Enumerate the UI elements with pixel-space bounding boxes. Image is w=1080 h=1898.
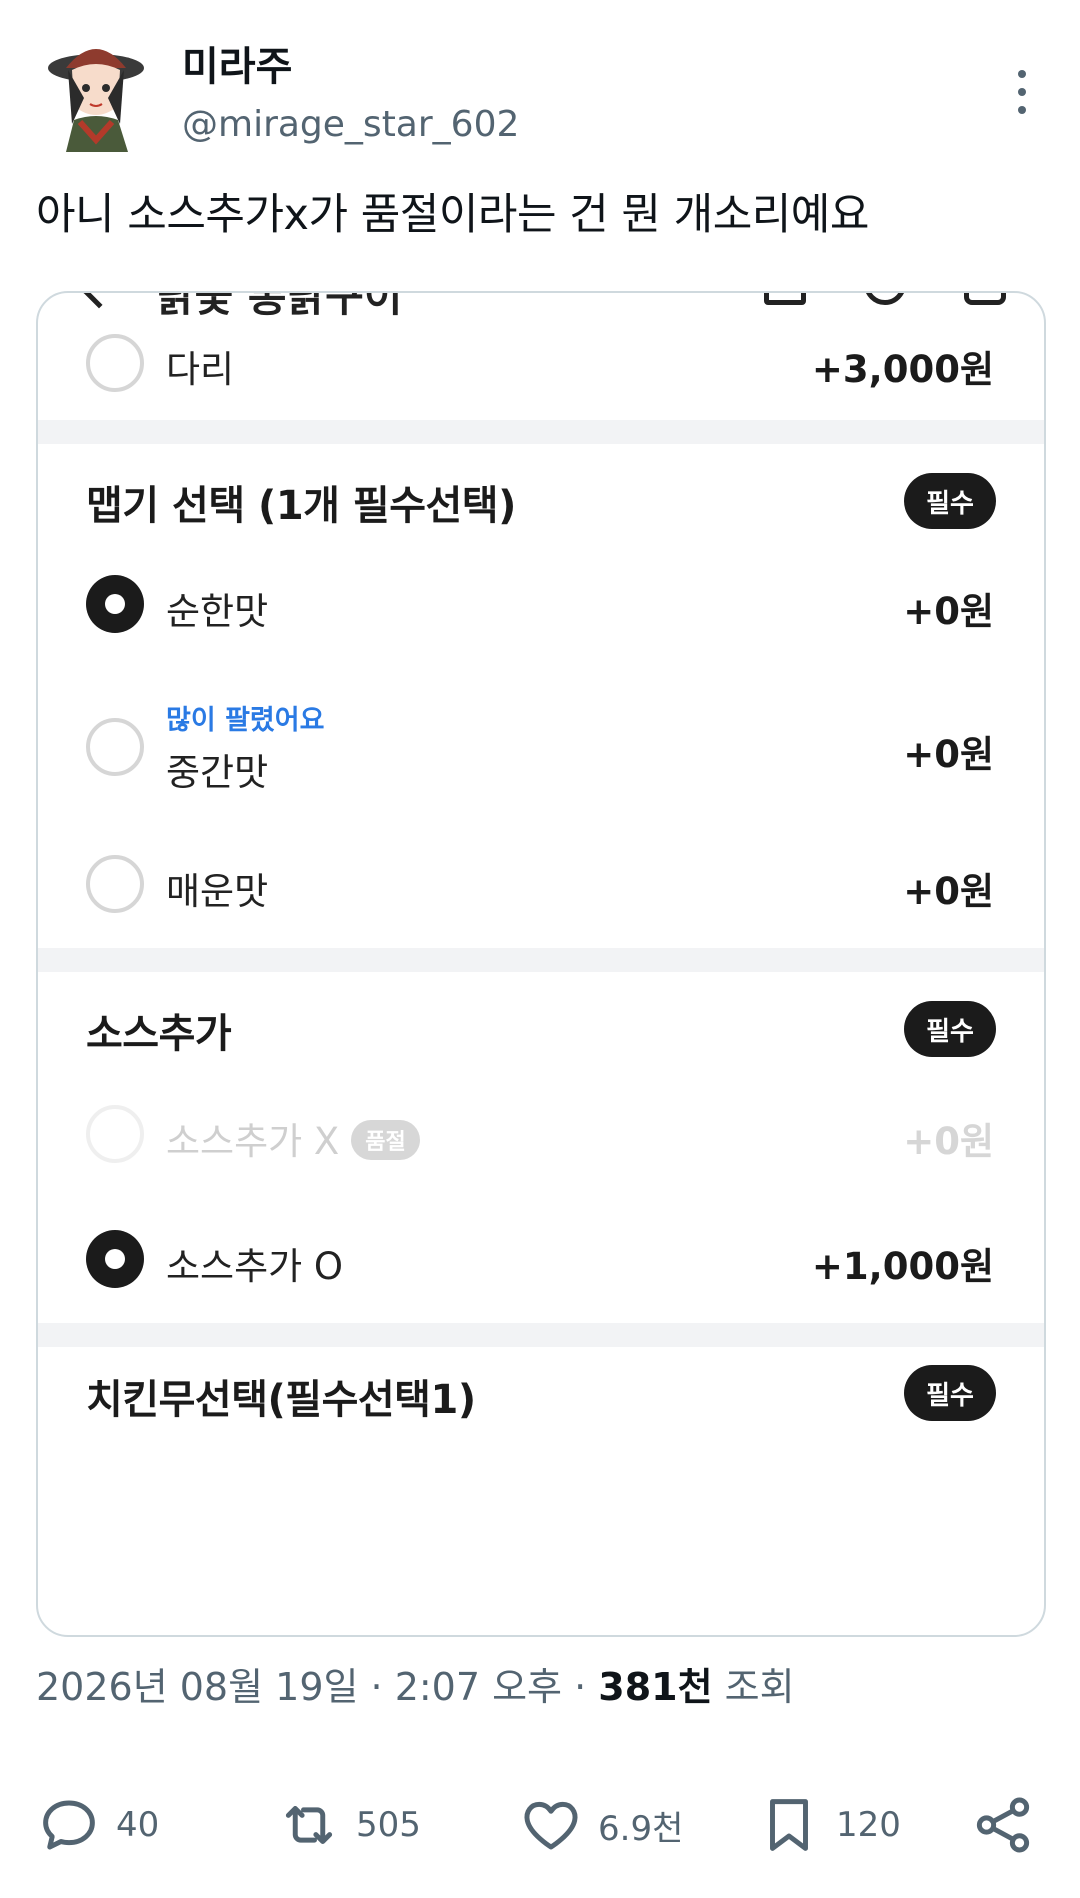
back-arrow-icon [80, 293, 118, 309]
option-row-mild[interactable]: 순한맛 +0원 [38, 573, 1044, 637]
like-button[interactable]: 6.9천 [518, 1790, 683, 1860]
section-divider [38, 948, 1044, 972]
retweet-button[interactable]: 505 [276, 1790, 421, 1860]
option-row-no-sauce: 소스추가 X 품절 +0원 [38, 1103, 1044, 1167]
popular-hint: 많이 팔렸어요 [166, 705, 325, 736]
reply-count: 40 [116, 1805, 160, 1845]
heart-icon [524, 1801, 578, 1850]
option-label: 매운맛 [166, 870, 269, 913]
option-price: +0원 [903, 870, 994, 913]
required-badge: 필수 [904, 1365, 996, 1421]
section-title-sauce: 소스추가 [86, 1011, 232, 1057]
attached-image[interactable]: 닭꽃 통닭구이 다리 +3,000원 맵기 선택 (1개 필수선택) 필수 순한… [36, 291, 1046, 1637]
receipt-icon [764, 293, 806, 305]
app-top-bar-cut: 닭꽃 통닭구이 [38, 293, 1044, 321]
display-name[interactable]: 미라주 [182, 34, 292, 92]
radio-button[interactable] [86, 855, 144, 913]
radio-button-disabled [86, 1105, 144, 1163]
tweet-text: 아니 소스추가x가 품절이라는 건 뭔 개소리예요 [36, 190, 869, 240]
bookmark-icon [770, 1799, 808, 1851]
option-label: 중간맛 [166, 751, 269, 794]
tweet-datetime[interactable]: 2026년 08월 19일 · 2:07 오후 · [36, 1665, 598, 1709]
option-price: +0원 [903, 590, 994, 633]
avatar[interactable] [44, 28, 148, 152]
section-divider [38, 1323, 1044, 1347]
views-label: 조회 [712, 1665, 795, 1709]
option-row-medium[interactable]: 많이 팔렸어요 중간맛 +0원 [38, 698, 1044, 798]
section-divider [38, 420, 1044, 444]
option-price: +0원 [903, 733, 994, 776]
share-icon [976, 1797, 1030, 1853]
reply-button[interactable]: 40 [36, 1790, 159, 1860]
retweet-icon [285, 1806, 333, 1844]
radio-button[interactable] [86, 334, 144, 392]
option-row-add-sauce[interactable]: 소스추가 O +1,000원 [38, 1228, 1044, 1292]
reply-icon [43, 1800, 95, 1850]
retweet-count: 505 [356, 1805, 421, 1845]
radio-button-selected[interactable] [86, 1230, 144, 1288]
option-row-hot[interactable]: 매운맛 +0원 [38, 853, 1044, 917]
more-dots-icon[interactable] [1004, 70, 1040, 114]
option-row-leg[interactable]: 다리 +3,000원 [38, 331, 1044, 395]
cart-icon [964, 293, 1006, 305]
soldout-tag: 품절 [351, 1119, 420, 1160]
radio-button[interactable] [86, 718, 144, 776]
section-title-spice: 맵기 선택 (1개 필수선택) [86, 483, 516, 529]
like-count: 6.9천 [598, 1808, 684, 1849]
app-title-cut: 닭꽃 통닭구이 [156, 293, 403, 321]
required-badge: 필수 [904, 473, 996, 529]
option-label: 다리 [166, 348, 235, 391]
required-badge: 필수 [904, 1001, 996, 1057]
option-label: 소스추가 O [166, 1245, 344, 1288]
action-bar: 40 505 6.9천 120 [0, 1790, 1080, 1860]
views-count: 381천 [598, 1665, 713, 1709]
option-price: +1,000원 [811, 1245, 994, 1288]
option-price: +3,000원 [811, 348, 994, 391]
option-price-disabled: +0원 [903, 1120, 994, 1163]
tweet-meta: 2026년 08월 19일 · 2:07 오후 · 381천 조회 [36, 1656, 795, 1711]
section-title-radish: 치킨무선택(필수선택1) [86, 1377, 476, 1423]
user-handle[interactable]: @mirage_star_602 [182, 104, 519, 145]
radio-button-selected[interactable] [86, 575, 144, 633]
bookmark-button[interactable]: 120 [756, 1790, 901, 1860]
option-label-text: 소스추가 X [166, 1120, 340, 1163]
share-button[interactable] [970, 1790, 1036, 1860]
search-icon [864, 293, 906, 305]
option-label: 순한맛 [166, 590, 269, 633]
option-label-disabled: 소스추가 X 품절 [166, 1111, 420, 1165]
bookmark-count: 120 [836, 1805, 901, 1845]
